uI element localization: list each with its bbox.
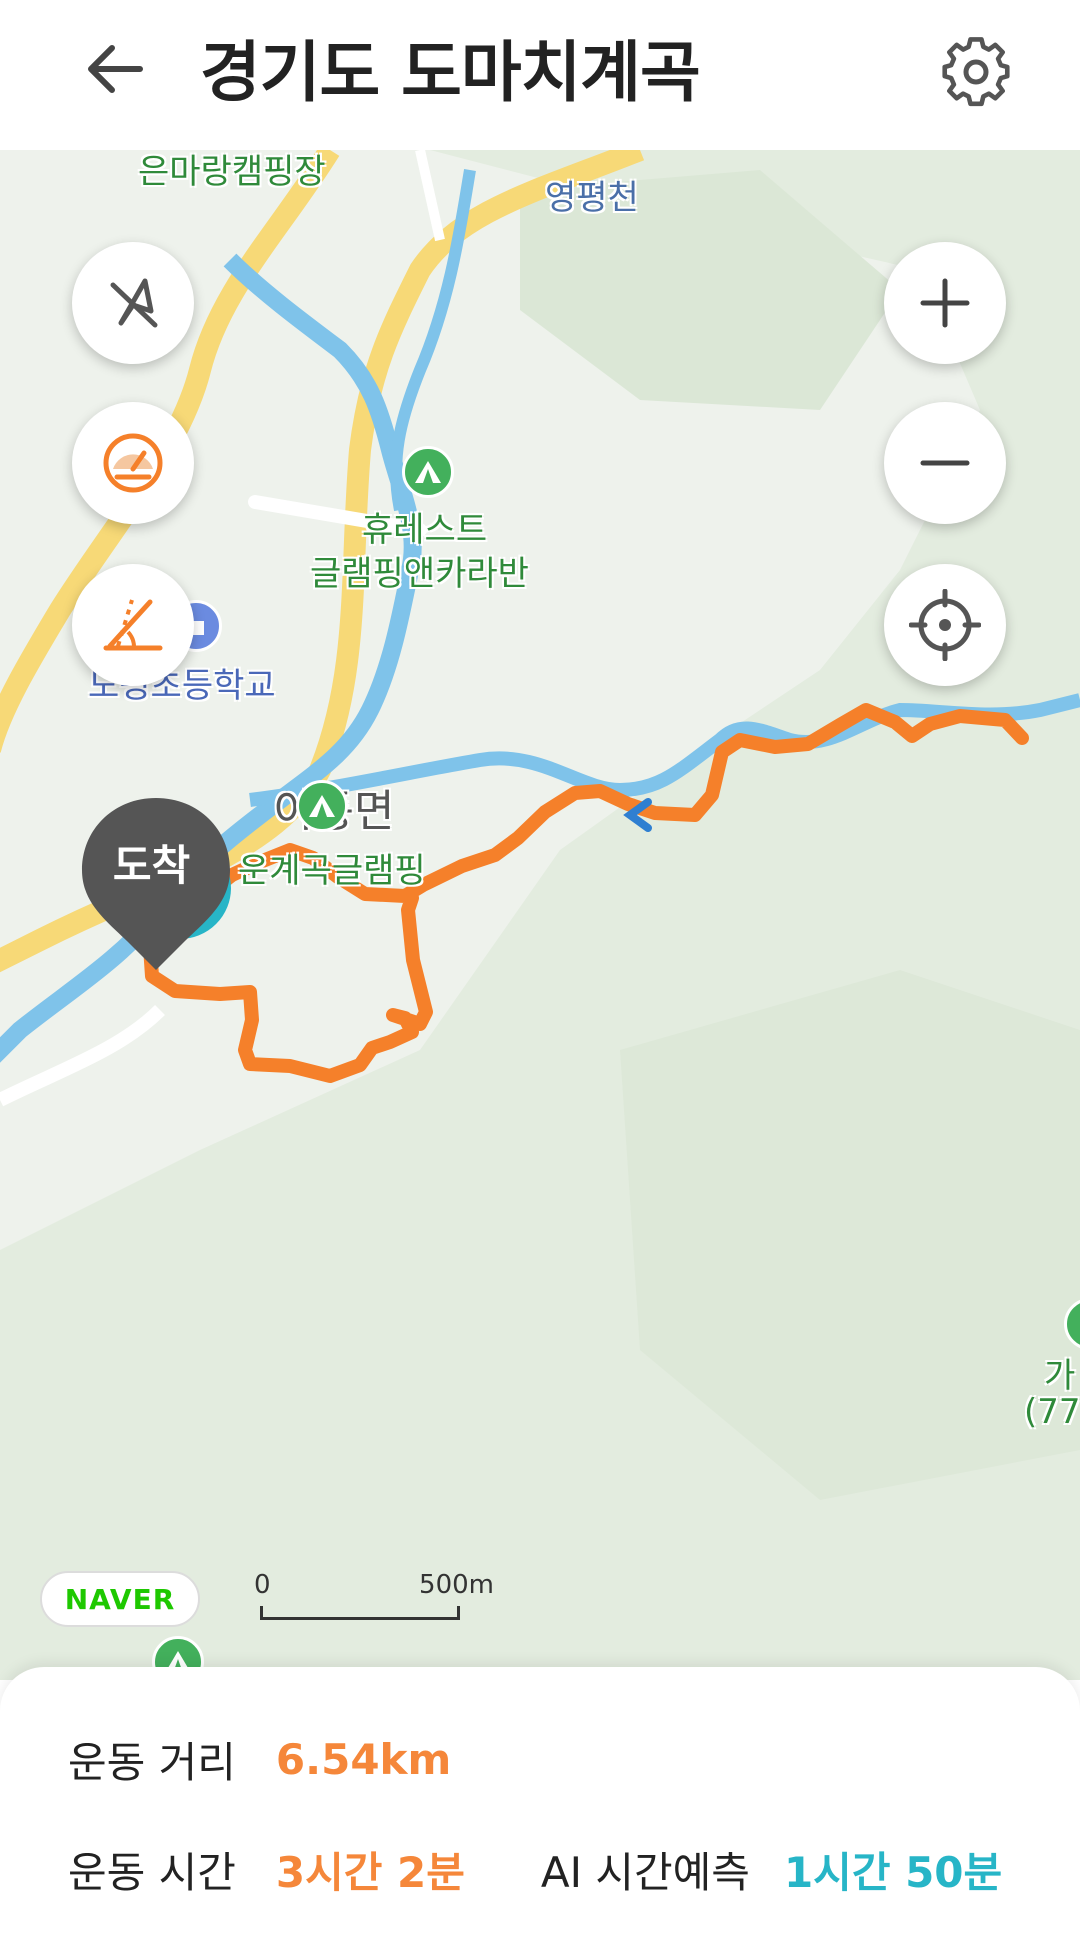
gear-icon bbox=[942, 37, 1010, 107]
time-label: 운동 시간 bbox=[68, 1847, 236, 1897]
zoom-out-icon bbox=[920, 460, 970, 466]
naver-logo: NAVER bbox=[40, 1571, 200, 1627]
slope-button[interactable] bbox=[72, 564, 194, 686]
scale-min-label: 0 bbox=[254, 1570, 271, 1600]
page-title: 경기도 도마치계곡 bbox=[200, 34, 701, 111]
map-label-stream: 영평천 bbox=[545, 178, 639, 218]
distance-label: 운동 거리 bbox=[68, 1737, 236, 1787]
scale-max-label: 500m bbox=[419, 1570, 494, 1600]
map-label-glamping1-line2: 글램핑앤카라반 bbox=[310, 554, 529, 594]
map-label-peak-elevation: (774 bbox=[1024, 1392, 1080, 1432]
map-label-top-cut: 은마랑캠핑장 bbox=[138, 152, 326, 192]
scale-line bbox=[260, 1606, 460, 1620]
stats-panel: 운동 거리 6.54km 운동 시간 3시간 2분 AI 시간예측 1시간 50… bbox=[0, 1667, 1080, 1959]
glamping2-poi-icon[interactable] bbox=[296, 780, 348, 832]
zoom-in-button[interactable] bbox=[884, 242, 1006, 364]
map-label-glamping1-line1: 휴레스트 bbox=[362, 510, 488, 550]
map-scale-bar: 0 500m bbox=[254, 1570, 494, 1626]
map-view[interactable]: 은마랑캠핑장 영평천 휴레스트 글램핑앤카라반 도평초등학교 이동면 운계곡글램… bbox=[0, 150, 1080, 1680]
zoom-in-icon bbox=[920, 278, 970, 328]
arrival-pin-label: 도착 bbox=[112, 841, 191, 890]
ai-prediction-label: AI 시간예측 bbox=[540, 1847, 750, 1897]
locate-icon bbox=[909, 589, 981, 661]
distance-row: 운동 거리 6.54km bbox=[68, 1729, 451, 1789]
arrow-left-icon bbox=[88, 45, 143, 93]
time-row: 운동 시간 3시간 2분 AI 시간예측 1시간 50분 bbox=[68, 1839, 1002, 1899]
compass-off-button[interactable] bbox=[72, 242, 194, 364]
zoom-out-button[interactable] bbox=[884, 402, 1006, 524]
side-road-2 bbox=[415, 150, 445, 242]
compass-off-icon bbox=[110, 278, 158, 328]
slope-icon bbox=[103, 599, 163, 651]
ai-prediction-value: 1시간 50분 bbox=[783, 1847, 1003, 1897]
distance-value: 6.54km bbox=[275, 1734, 452, 1784]
speed-button[interactable] bbox=[72, 402, 194, 524]
map-label-peak: 가 bbox=[1044, 1356, 1076, 1396]
map-label-glamping2: 운계곡글램핑 bbox=[238, 851, 426, 891]
speedometer-icon bbox=[103, 433, 163, 493]
settings-button[interactable] bbox=[926, 22, 1026, 122]
back-button[interactable] bbox=[70, 24, 160, 114]
header-bar: 경기도 도마치계곡 bbox=[0, 0, 1080, 150]
glamping-poi-icon[interactable] bbox=[402, 446, 454, 498]
locate-button[interactable] bbox=[884, 564, 1006, 686]
time-value: 3시간 2분 bbox=[275, 1847, 465, 1897]
